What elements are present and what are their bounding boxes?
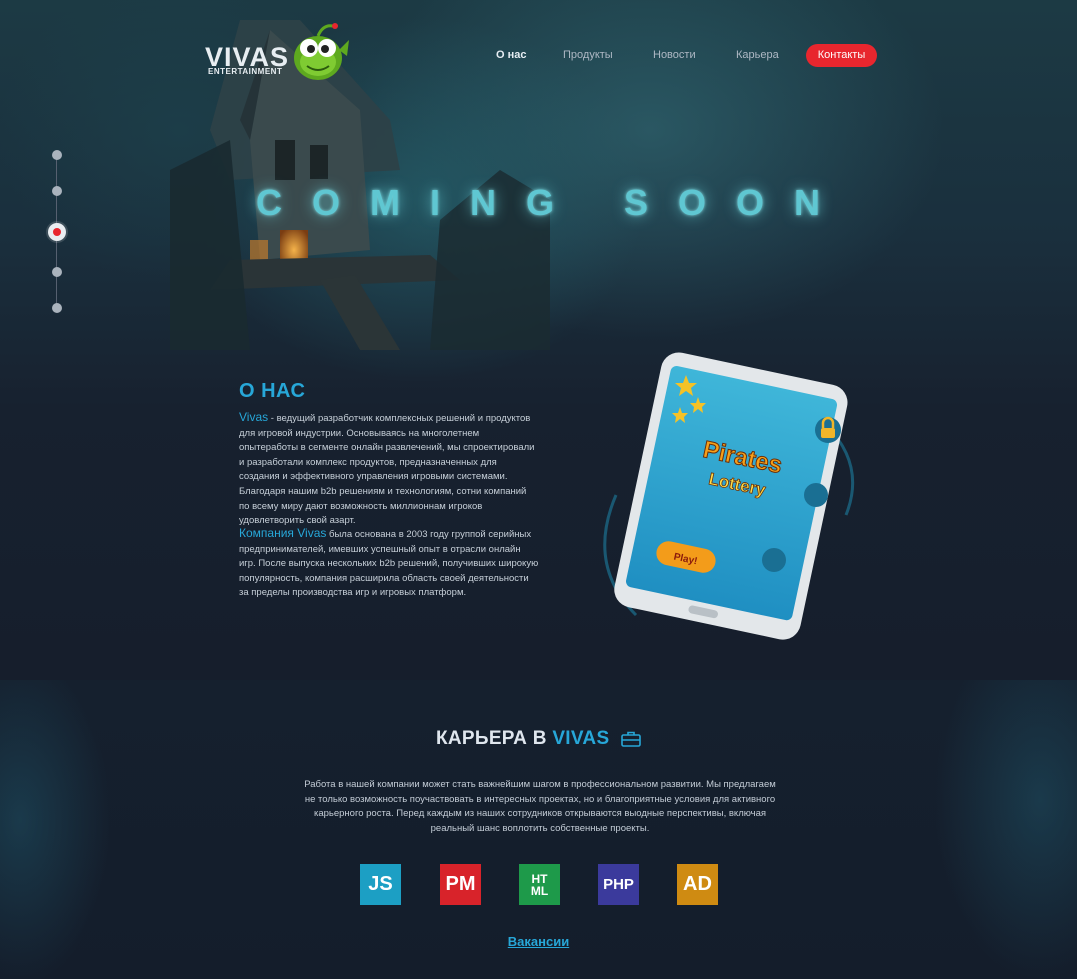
- career-title-prefix: КАРЬЕРА В: [435, 728, 553, 749]
- vacancies-link-text[interactable]: Вакансии: [508, 934, 569, 949]
- about-title: О НАС: [239, 380, 306, 402]
- coming-soon-headline: COMING SOON: [256, 182, 851, 223]
- main-nav: О нас Продукты Новости Карьера Контакты: [0, 44, 1077, 68]
- nav-item-products[interactable]: Продукты: [563, 49, 613, 61]
- pager-dot-5[interactable]: [52, 303, 62, 313]
- skill-php-badge[interactable]: PHP: [598, 864, 639, 905]
- skill-html-badge[interactable]: HT ML: [519, 864, 560, 905]
- career-description: Работа в нашей компании может стать важн…: [304, 779, 776, 834]
- about-paragraph-2: Компания Vivas была основана в 2003 году…: [239, 526, 539, 601]
- career-title-brand: VIVAS: [552, 728, 610, 749]
- pager-dot-2[interactable]: [52, 186, 62, 196]
- about-highlight-company: Компания Vivas: [239, 526, 327, 540]
- skill-ad-badge[interactable]: AD: [677, 864, 718, 905]
- logo-subtitle: ENTERTAINMENT: [208, 67, 283, 76]
- about-paragraph-1: Vivas - ведущий разработчик комплексных …: [239, 410, 539, 529]
- pager-dot-4[interactable]: [52, 267, 62, 277]
- vacancies-link: Вакансии: [0, 934, 1077, 949]
- skill-pm-badge[interactable]: PM: [440, 864, 481, 905]
- nav-item-about[interactable]: О нас: [496, 49, 527, 61]
- skill-js-badge[interactable]: JS: [360, 864, 401, 905]
- pager-dot-1[interactable]: [52, 150, 62, 160]
- career-title: КАРЬЕРА В VIVAS: [0, 728, 1077, 750]
- about-highlight-vivas: Vivas: [239, 410, 269, 424]
- nav-item-career[interactable]: Карьера: [736, 49, 779, 61]
- tablet-game-illustration: Pirates Lottery Play!: [603, 352, 855, 640]
- briefcase-icon: [621, 731, 641, 747]
- pager-dot-3-active[interactable]: [48, 223, 66, 241]
- hero-section: VIVAS ENTERTAINMENT О нас Продукты Новос…: [0, 0, 1077, 680]
- career-section: КАРЬЕРА В VIVAS Работа в нашей компании …: [0, 680, 1077, 979]
- nav-item-news[interactable]: Новости: [653, 49, 696, 61]
- section-pager: [45, 148, 69, 318]
- about-text-1: - ведущий разработчик комплексных решени…: [239, 413, 535, 527]
- contacts-button[interactable]: Контакты: [806, 44, 877, 67]
